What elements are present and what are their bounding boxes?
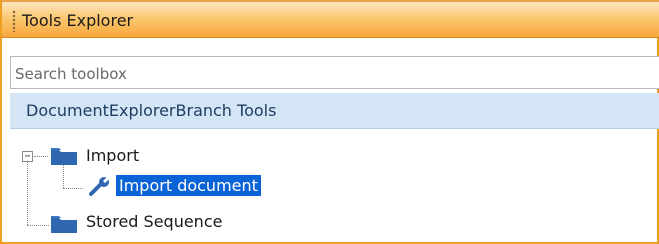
tree-node-stored-sequence[interactable]: Stored Sequence [86, 212, 222, 231]
search-input[interactable]: Search toolbox [10, 56, 659, 89]
tree-node-import-document[interactable]: Import document [116, 175, 261, 196]
titlebar[interactable]: Tools Explorer [2, 0, 659, 38]
window-title: Tools Explorer [22, 11, 134, 30]
folder-icon [50, 146, 78, 166]
tree-connector-line [27, 162, 28, 225]
tree-node-import[interactable]: Import [86, 146, 139, 165]
search-placeholder: Search toolbox [15, 65, 127, 83]
tree-connector-line [34, 156, 48, 157]
tree-connector-line [27, 225, 49, 226]
tree-connector-line [63, 188, 83, 189]
drag-grip-icon[interactable] [12, 10, 16, 32]
tree-connector-line [63, 164, 64, 188]
collapse-toggle-icon[interactable]: − [22, 151, 33, 162]
tool-tree: − Import Import document Stored Sequence [10, 132, 659, 244]
tool-group-header[interactable]: DocumentExplorerBranch Tools [10, 93, 659, 129]
tool-group-label: DocumentExplorerBranch Tools [26, 101, 277, 120]
folder-icon [50, 214, 78, 234]
wrench-icon [88, 175, 112, 199]
tools-explorer-panel: Tools Explorer Search toolbox DocumentEx… [0, 0, 659, 244]
